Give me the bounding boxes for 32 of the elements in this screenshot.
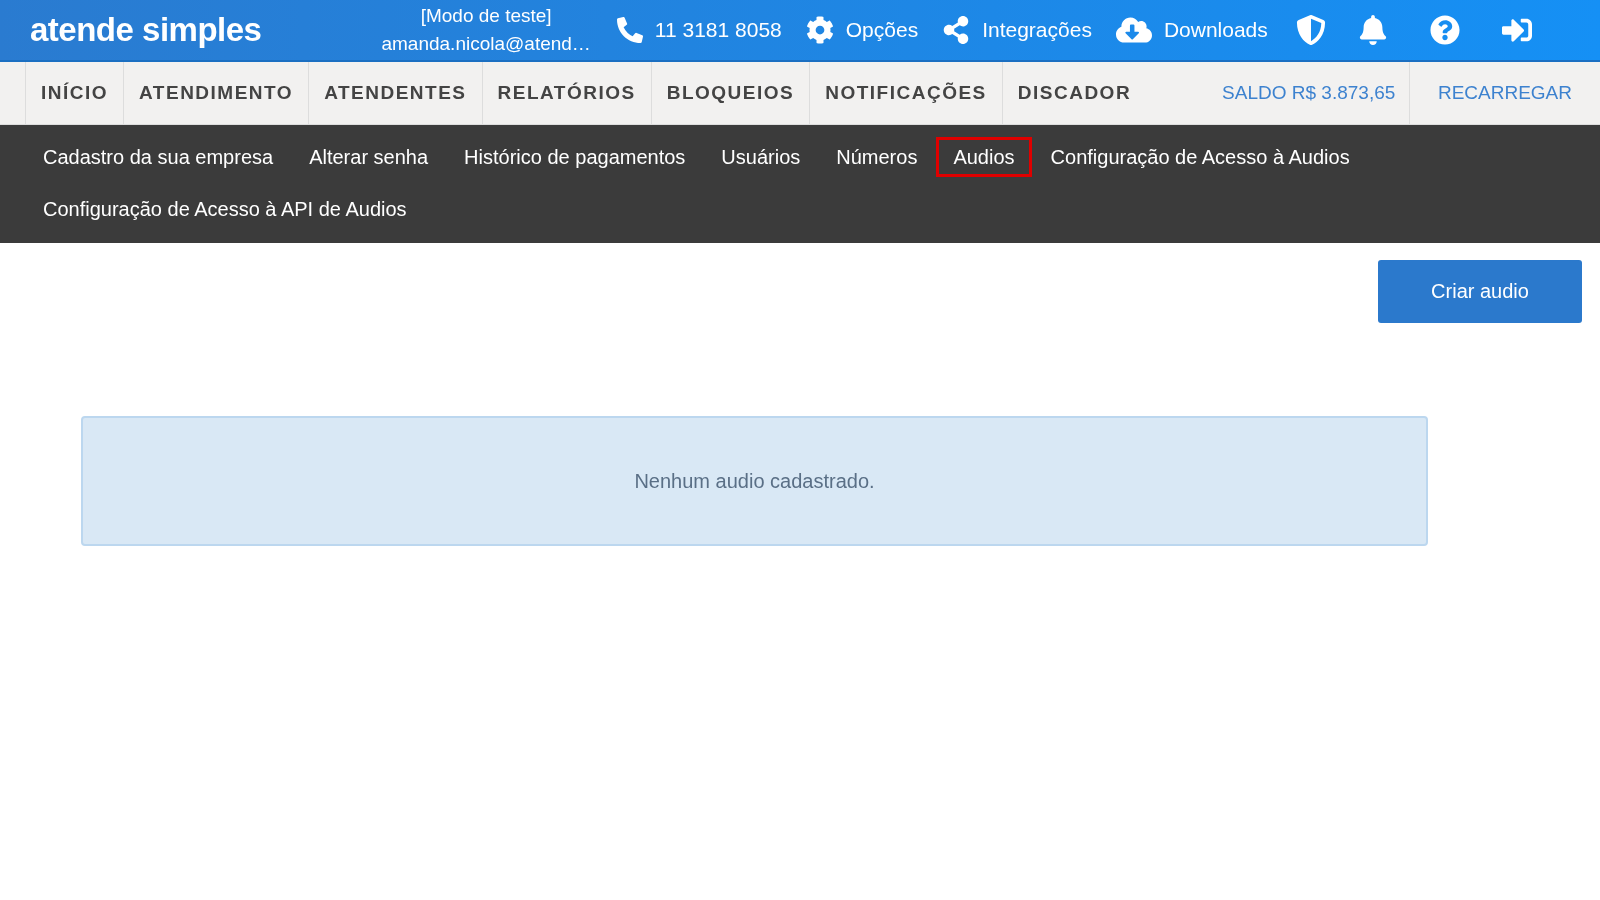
mode-label: [Modo de teste]: [420, 4, 552, 28]
nav-tab[interactable]: INÍCIO: [25, 62, 124, 124]
submenu-link[interactable]: Alterar senha: [292, 137, 446, 177]
nav-tab[interactable]: BLOQUEIOS: [650, 62, 810, 124]
bell-icon[interactable]: [1357, 15, 1388, 45]
help-icon[interactable]: [1429, 15, 1460, 45]
balance-label: SALDO R$ 3.873,65: [1222, 62, 1410, 124]
submenu-link[interactable]: Cadastro da sua empresa: [26, 137, 291, 177]
nav-tab[interactable]: DISCADOR: [1001, 62, 1147, 124]
submenu-link[interactable]: Configuração de Acesso à Audios: [1033, 137, 1367, 177]
submenu-link[interactable]: Histórico de pagamentos: [447, 137, 703, 177]
header-link[interactable]: Opções: [805, 16, 919, 44]
empty-message: Nenhum audio cadastrado.: [81, 416, 1428, 546]
submenu-link[interactable]: Usuários: [704, 137, 818, 177]
header-link[interactable]: Integrações: [942, 16, 1092, 44]
gear-icon: [805, 16, 834, 44]
create-audio-button[interactable]: Criar audio: [1378, 260, 1582, 323]
phone-icon: [616, 17, 643, 43]
header-link[interactable]: Downloads: [1115, 12, 1268, 48]
nav-tab[interactable]: RELATÓRIOS: [481, 62, 651, 124]
logo: atende simples: [30, 11, 262, 49]
recharge-link[interactable]: RECARREGAR: [1409, 62, 1600, 124]
nav-tab[interactable]: ATENDENTES: [308, 62, 482, 124]
submenu-link[interactable]: Audios: [936, 137, 1032, 177]
phone-link[interactable]: 11 3181 8058: [616, 17, 782, 43]
share-icon: [942, 16, 971, 44]
nav-tab[interactable]: ATENDIMENTO: [123, 62, 309, 124]
shield-icon[interactable]: [1295, 15, 1326, 45]
user-email: amanda.nicola@atend…: [381, 32, 591, 56]
submenu-link[interactable]: Números: [819, 137, 935, 177]
nav-tab[interactable]: NOTIFICAÇÕES: [809, 62, 1002, 124]
submenu-link[interactable]: Configuração de Acesso à API de Audios: [26, 189, 424, 229]
